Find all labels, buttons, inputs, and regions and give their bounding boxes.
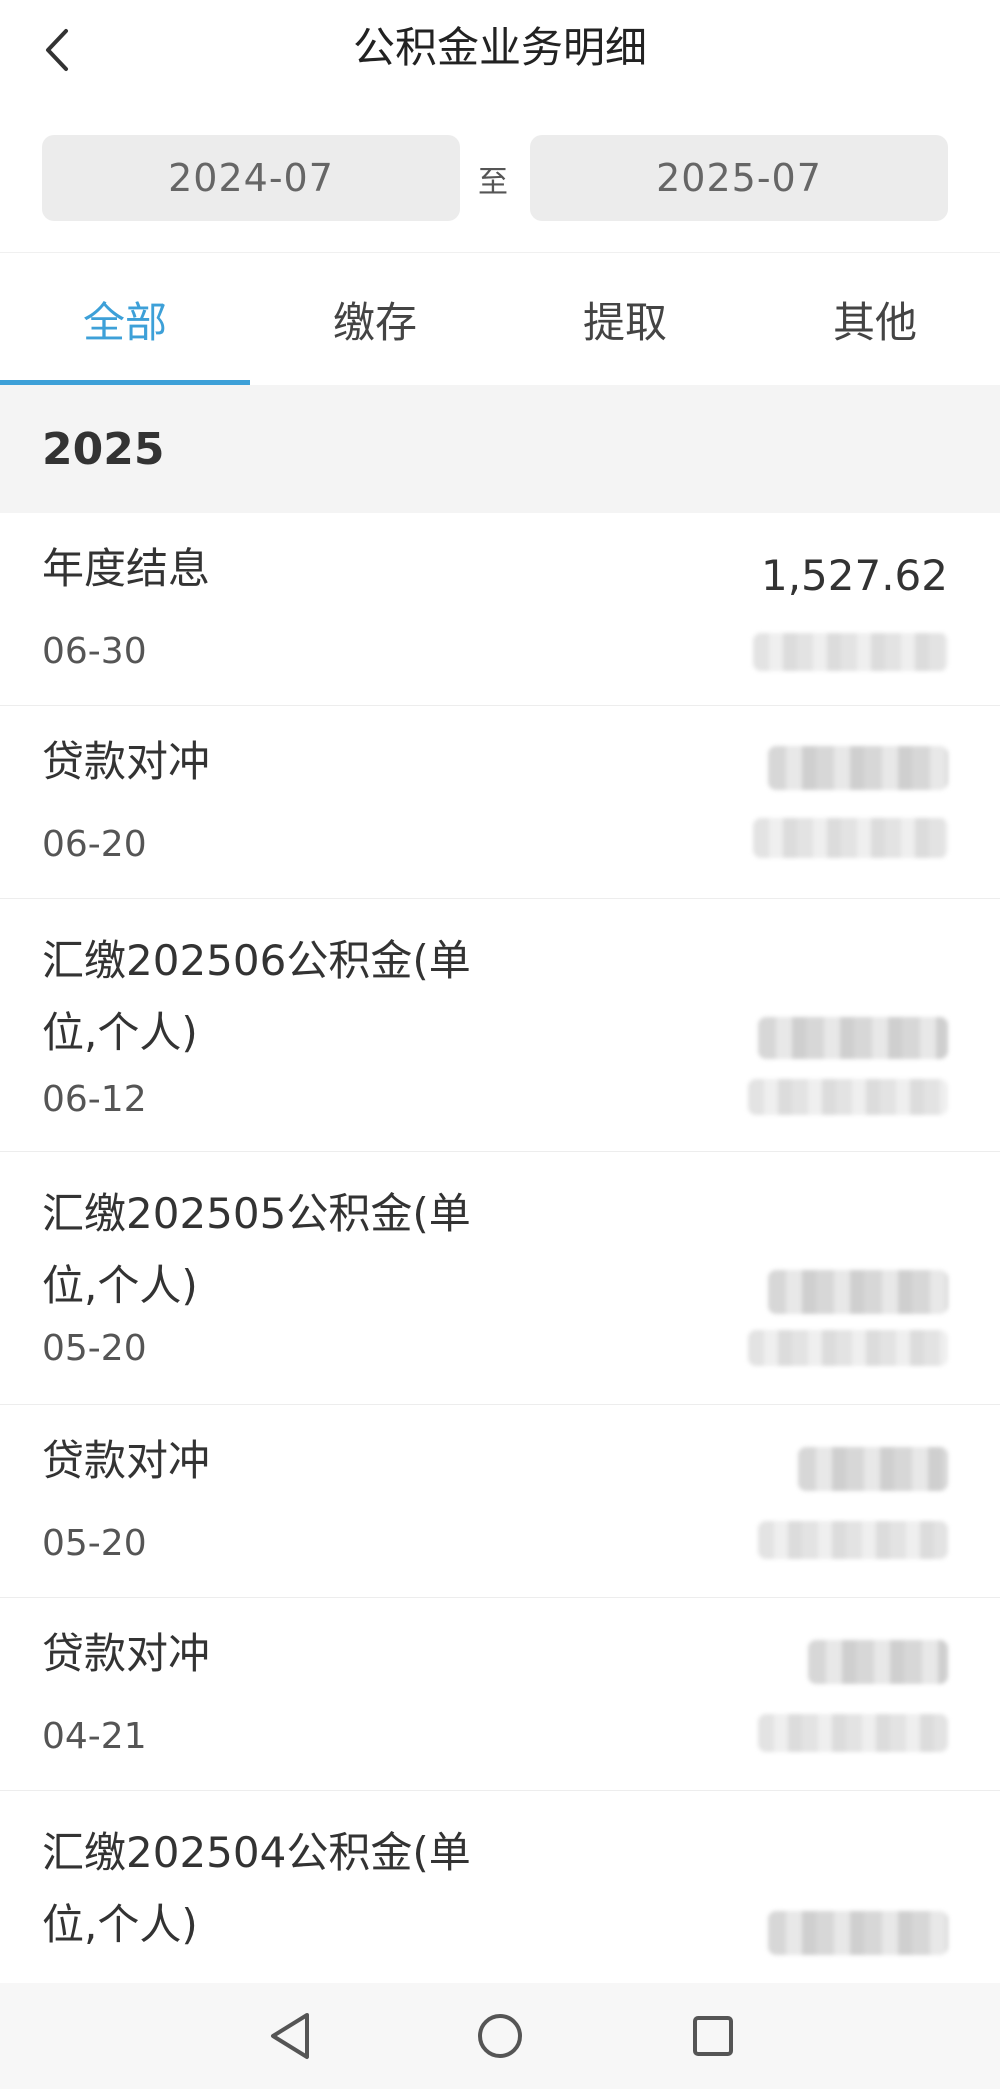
transaction-title: 贷款对冲 [42,1436,211,1485]
blurred-balance [753,633,948,671]
blurred-balance [748,1330,948,1366]
year-label: 2025 [42,423,165,475]
blurred-amount [768,746,948,790]
nav-back-button[interactable] [255,2001,325,2071]
transaction-date: 06-30 [42,631,147,672]
transaction-title: 汇缴202504公积金(单位,个人) [42,1828,471,1949]
year-section-header: 2025 [0,385,1000,513]
date-range-separator: 至 [478,165,508,200]
date-range-selector: 2024-07 至 2025-07 [0,135,1000,223]
transaction-date: 05-20 [42,1523,147,1564]
transaction-title: 贷款对冲 [42,1629,211,1678]
transaction-date: 06-12 [42,1079,147,1120]
transaction-date: 06-20 [42,824,147,865]
list-item[interactable]: 年度结息 06-30 1,527.62 [0,513,1000,706]
list-item[interactable]: 贷款对冲 04-21 [0,1598,1000,1791]
transaction-date: 04-21 [42,1716,147,1757]
list-item[interactable]: 汇缴202506公积金(单位,个人) 06-12 [0,899,1000,1152]
end-date-picker[interactable]: 2025-07 [530,135,948,221]
transaction-date: 05-20 [42,1328,147,1369]
app-header: 公积金业务明细 [0,0,1000,100]
transaction-title: 贷款对冲 [42,737,211,786]
blurred-amount [768,1270,948,1314]
transaction-list: 年度结息 06-30 1,527.62 贷款对冲 06-20 汇缴202506公… [0,513,1000,1991]
circle-home-icon [478,2014,522,2058]
nav-recent-button[interactable] [678,2001,748,2071]
blurred-amount [808,1640,948,1684]
tab-deposit[interactable]: 缴存 [250,253,500,385]
transaction-title: 年度结息 [42,544,211,593]
start-date-picker[interactable]: 2024-07 [42,135,460,221]
transaction-amount: 1,527.62 [760,551,948,600]
blurred-balance [758,1521,948,1559]
transaction-title: 汇缴202505公积金(单位,个人) [42,1189,471,1310]
system-nav-bar [0,1983,1000,2089]
blurred-amount [758,1017,948,1059]
blurred-balance [753,818,948,858]
filter-tabs: 全部 缴存 提取 其他 [0,253,1000,385]
list-item[interactable]: 贷款对冲 06-20 [0,706,1000,899]
transaction-title: 汇缴202506公积金(单位,个人) [42,936,471,1057]
list-item[interactable]: 贷款对冲 05-20 [0,1405,1000,1598]
blurred-balance [748,1079,948,1115]
blurred-amount [768,1911,948,1955]
blurred-balance [758,1714,948,1752]
triangle-back-icon [271,2013,309,2059]
tab-other[interactable]: 其他 [750,253,1000,385]
list-item[interactable]: 汇缴202505公积金(单位,个人) 05-20 [0,1152,1000,1405]
blurred-amount [798,1447,948,1491]
page-title: 公积金业务明细 [352,23,647,72]
nav-home-button[interactable] [465,2001,535,2071]
list-item[interactable]: 汇缴202504公积金(单位,个人) [0,1791,1000,1991]
tab-withdraw[interactable]: 提取 [500,253,750,385]
tab-all[interactable]: 全部 [0,253,250,385]
square-recent-icon [693,2016,733,2056]
